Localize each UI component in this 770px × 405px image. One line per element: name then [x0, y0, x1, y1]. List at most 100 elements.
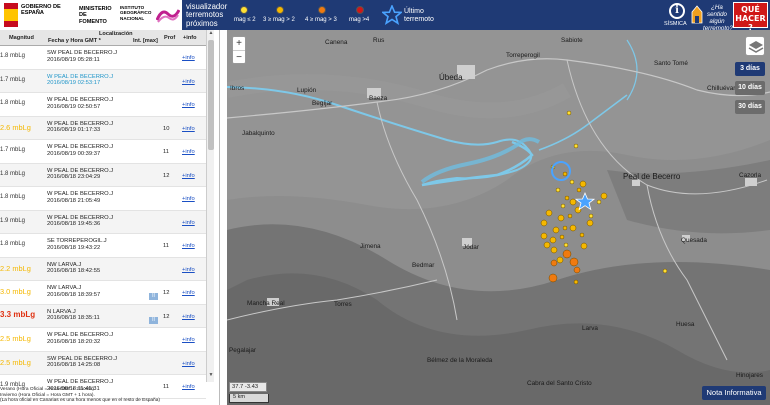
quake-rows: 1.8 mbLg SW PEAL DE BECERRO.J 2016/08/19 0…	[0, 46, 206, 399]
quake-marker[interactable]	[563, 242, 569, 248]
range-3-days-button[interactable]: 3 días	[735, 62, 765, 76]
info-link[interactable]: +info	[182, 290, 195, 296]
table-row[interactable]: 1.9 mbLg W PEAL DE BECERRO.J 2016/08/18 19…	[0, 210, 206, 234]
table-row[interactable]: 3.0 mbLg NW LARVA.J 2016/08/18 18:39:57 II 1…	[0, 281, 206, 305]
scrollbar[interactable]: ▲ ▼	[206, 30, 214, 382]
info-link[interactable]: +info	[182, 220, 195, 226]
quake-marker[interactable]	[576, 187, 582, 193]
quake-marker[interactable]	[662, 268, 668, 274]
quake-marker[interactable]	[550, 259, 558, 267]
range-30-days-button[interactable]: 30 días	[735, 100, 765, 114]
place-label: Jimena	[360, 243, 381, 250]
place-label: Hinojares	[736, 372, 763, 379]
nota-informativa-button[interactable]: Nota Informativa	[702, 386, 766, 400]
quake-marker[interactable]	[550, 246, 558, 254]
table-row[interactable]: 1.8 mbLg W PEAL DE BECERRO.J 2016/08/18 21…	[0, 187, 206, 211]
quake-marker[interactable]	[552, 226, 560, 234]
col-magnitude[interactable]: Magnitud	[9, 35, 34, 41]
quake-marker[interactable]	[569, 257, 579, 267]
intensity-badge: II	[149, 316, 158, 324]
info-link[interactable]: +info	[182, 314, 195, 320]
table-row[interactable]: 1.7 mbLg W PEAL DE BECERRO.J 2016/08/19 02…	[0, 69, 206, 93]
table-row[interactable]: 2.5 mbLg SW PEAL DE BECERRO.J 2016/08/18 1…	[0, 351, 206, 375]
table-row[interactable]: 1.8 mbLg SE TORREPEROGIL.J 2016/08/18 19:4…	[0, 234, 206, 258]
info-link[interactable]: +info	[182, 55, 195, 61]
table-row[interactable]: 2.5 mbLg W PEAL DE BECERRO.J 2016/08/18 18…	[0, 328, 206, 352]
quake-marker[interactable]	[588, 213, 594, 219]
quake-marker[interactable]	[566, 110, 572, 116]
info-link[interactable]: +info	[182, 196, 195, 202]
quake-marker[interactable]	[586, 219, 594, 227]
col-datetime[interactable]: Fecha y Hora GMT *	[48, 38, 101, 44]
depth-value: 12	[163, 313, 170, 320]
gov-label: GOBIERNO DE ESPAÑA	[21, 4, 61, 17]
quake-marker[interactable]	[600, 192, 608, 200]
info-link[interactable]: +info	[182, 149, 195, 155]
range-10-days-button[interactable]: 10 días	[735, 81, 765, 95]
table-row[interactable]: 1.8 mbLg W PEAL DE BECERRO.J 2016/08/18 23…	[0, 163, 206, 187]
table-row[interactable]: 1.8 mbLg SW PEAL DE BECERRO.J 2016/08/19 0…	[0, 46, 206, 70]
quake-marker[interactable]	[545, 209, 553, 217]
table-row[interactable]: 2.6 mbLg W PEAL DE BECERRO.J 2016/08/19 01…	[0, 116, 206, 140]
quake-marker[interactable]	[543, 241, 551, 249]
quake-marker[interactable]	[569, 224, 577, 232]
quake-marker[interactable]	[562, 225, 568, 231]
location-cell: W PEAL DE BECERRO.J 2016/08/19 02:53:17	[47, 74, 113, 88]
info-icon[interactable]: i	[669, 3, 685, 19]
table-row[interactable]: 3.3 mbLg N LARVA.J 2016/08/18 18:35:11 II 12…	[0, 304, 206, 328]
legend-dot-mag-gt-4	[356, 6, 364, 14]
info-link[interactable]: +info	[182, 126, 195, 132]
quake-marker[interactable]	[567, 213, 573, 219]
quake-marker[interactable]	[579, 232, 585, 238]
quake-marker[interactable]	[557, 214, 565, 222]
quake-marker[interactable]	[548, 273, 558, 283]
datetime: 2016/08/19 02:53:17	[47, 80, 101, 87]
quake-marker[interactable]	[562, 171, 568, 177]
table-row[interactable]: 2.2 mbLg NW LARVA.J 2016/08/18 18:42:55 +in…	[0, 257, 206, 281]
info-link[interactable]: +info	[182, 79, 195, 85]
quake-marker[interactable]	[580, 242, 588, 250]
scroll-down-arrow-icon[interactable]: ▼	[207, 372, 215, 380]
quake-marker[interactable]	[559, 234, 565, 240]
quake-marker[interactable]	[540, 232, 548, 240]
map-view[interactable]: Úbeda Baeza Begíjar Lupión Torreperogil …	[227, 30, 770, 405]
info-link[interactable]: +info	[182, 361, 195, 367]
zoom-out-button[interactable]: −	[233, 50, 245, 63]
layers-button[interactable]	[745, 36, 765, 56]
location-cell: SW PEAL DE BECERRO.J 2016/08/18 14:25:08	[47, 356, 117, 370]
datetime: 2016/08/18 18:35:11	[47, 315, 100, 322]
quake-marker[interactable]	[540, 219, 548, 227]
scroll-thumb[interactable]	[208, 40, 214, 150]
datetime: 2016/08/18 23:04:29	[47, 174, 101, 181]
place-name: SW PEAL DE BECERRO.J	[47, 50, 118, 56]
info-link[interactable]: +info	[182, 173, 195, 179]
quake-marker[interactable]	[564, 195, 570, 201]
quake-marker[interactable]	[573, 279, 579, 285]
felt-quake-link[interactable]: ¿Ha sentido algún terremoto?	[703, 4, 733, 32]
quake-marker[interactable]	[549, 236, 557, 244]
que-hacer-button[interactable]: QUÉ HACER ?	[733, 2, 768, 32]
house-icon[interactable]	[691, 5, 703, 25]
col-intensity[interactable]: Int. [max]	[133, 38, 158, 44]
quake-marker[interactable]	[555, 187, 561, 193]
col-depth[interactable]: Prof	[164, 35, 175, 41]
quake-marker[interactable]	[569, 179, 575, 185]
info-link[interactable]: +info	[182, 243, 195, 249]
quake-marker[interactable]	[573, 143, 579, 149]
quake-marker[interactable]	[573, 266, 581, 274]
table-row[interactable]: 1.8 mbLg W PEAL DE BECERRO.J 2016/08/19 02…	[0, 93, 206, 117]
table-row[interactable]: 1.7 mbLg W PEAL DE BECERRO.J 2016/08/19 00…	[0, 140, 206, 164]
info-link[interactable]: +info	[182, 337, 195, 343]
zoom-in-button[interactable]: +	[233, 37, 245, 50]
info-link[interactable]: +info	[182, 267, 195, 273]
scroll-up-arrow-icon[interactable]: ▲	[207, 30, 215, 38]
quake-marker[interactable]	[562, 249, 572, 259]
quake-marker[interactable]	[596, 199, 602, 205]
quake-marker[interactable]	[556, 256, 564, 264]
col-location[interactable]: Localización	[99, 31, 133, 37]
quake-marker[interactable]	[569, 198, 577, 206]
info-link[interactable]: +info	[182, 102, 195, 108]
quake-marker[interactable]	[579, 180, 587, 188]
sismica-label[interactable]: SÍSMICA	[664, 21, 687, 27]
quake-marker[interactable]	[560, 203, 566, 209]
